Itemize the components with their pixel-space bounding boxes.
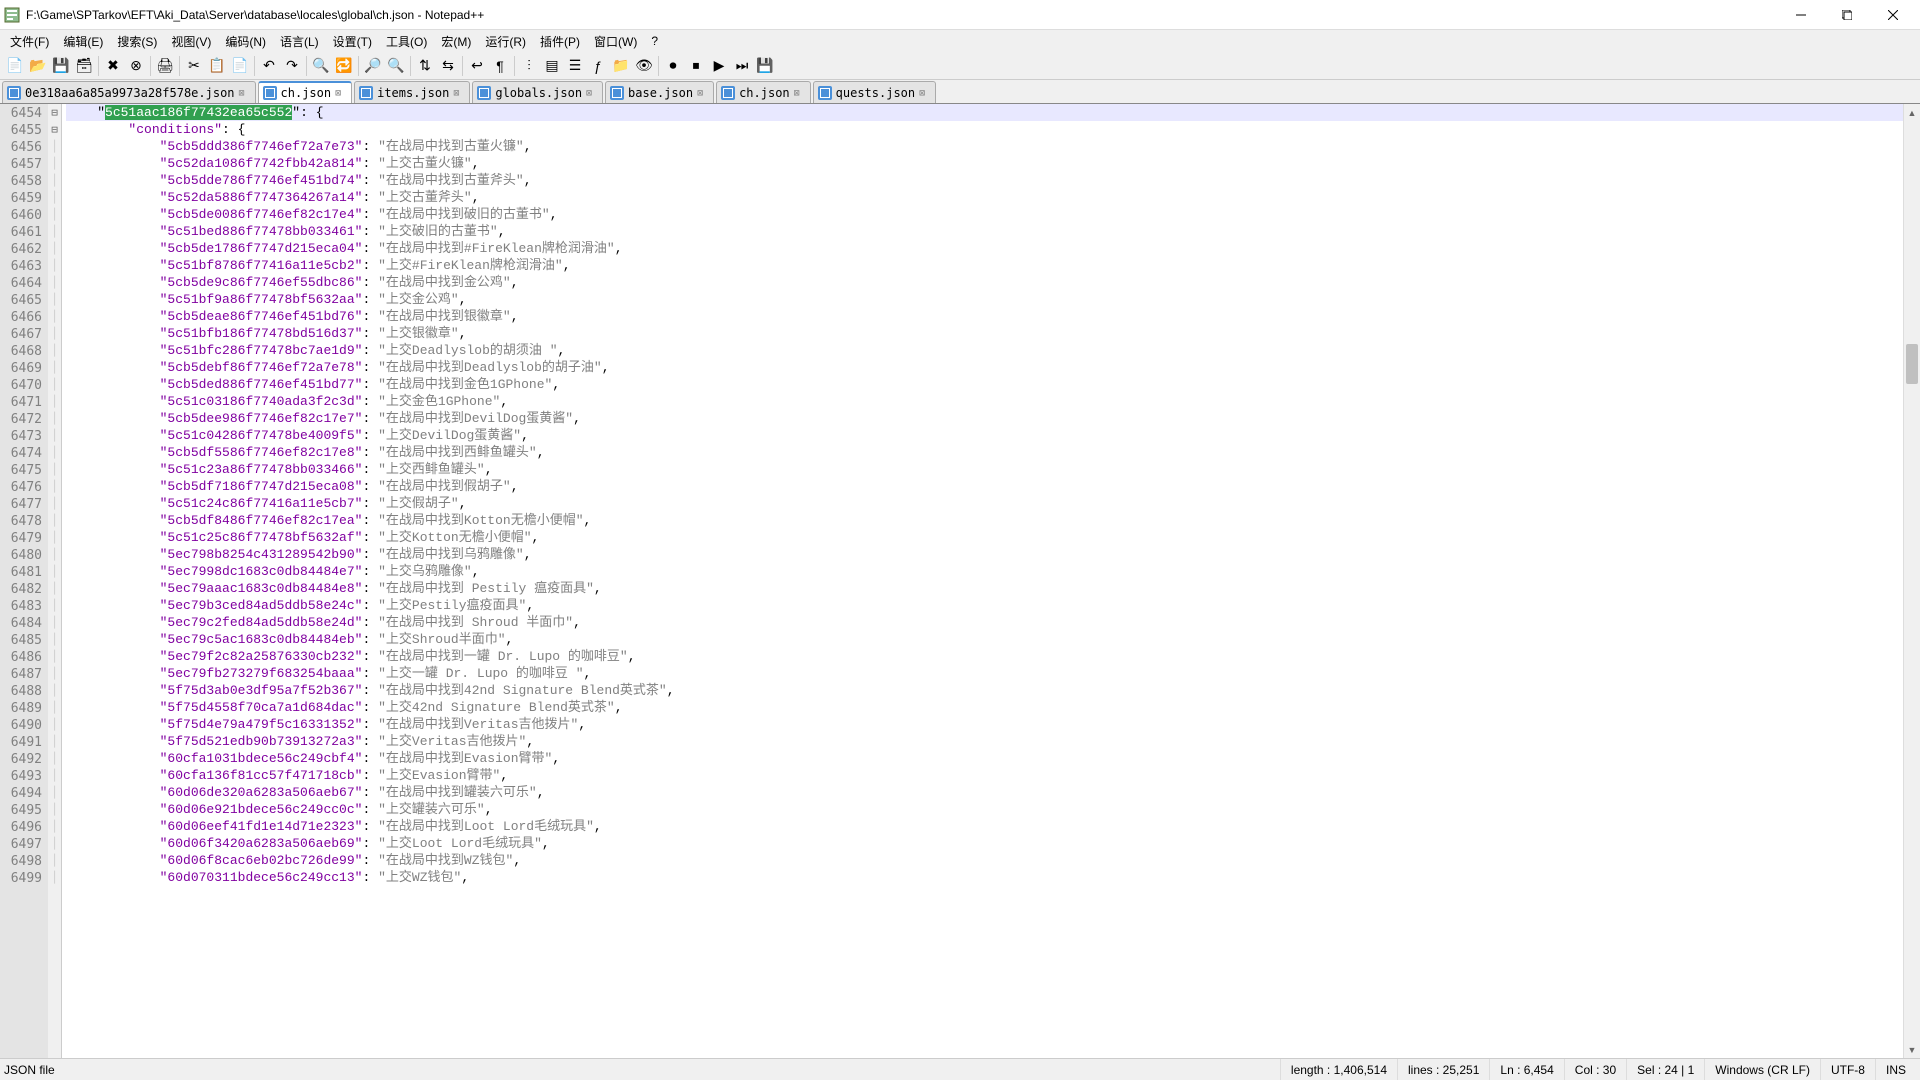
status-col: Col : 30 bbox=[1564, 1059, 1626, 1080]
menu-plugins[interactable]: 插件(P) bbox=[534, 31, 586, 52]
menu-encoding[interactable]: 编码(N) bbox=[219, 31, 272, 52]
show-all-chars-icon[interactable]: ¶ bbox=[489, 55, 511, 77]
stop-macro-icon[interactable]: ⏹ bbox=[685, 55, 707, 77]
sync-h-icon[interactable]: ⇆ bbox=[437, 55, 459, 77]
status-length: length : 1,406,514 bbox=[1280, 1059, 1397, 1080]
menu-run[interactable]: 运行(R) bbox=[479, 31, 532, 52]
file-tab[interactable]: ch.json ⊠ bbox=[716, 81, 811, 103]
tab-label: globals.json bbox=[495, 86, 582, 100]
new-file-icon[interactable]: 📄 bbox=[4, 55, 26, 77]
paste-icon[interactable]: 📄 bbox=[229, 55, 251, 77]
function-list-icon[interactable]: ƒ bbox=[587, 55, 609, 77]
scrollbar-thumb[interactable] bbox=[1906, 344, 1918, 384]
status-lines: lines : 25,251 bbox=[1397, 1059, 1489, 1080]
tab-label: 0e318aa6a85a9973a28f578e.json bbox=[25, 86, 235, 100]
close-file-icon[interactable]: ✖ bbox=[102, 55, 124, 77]
editor-area[interactable]: 6454645564566457645864596460646164626463… bbox=[0, 104, 1920, 1058]
status-bar: JSON file length : 1,406,514 lines : 25,… bbox=[0, 1058, 1920, 1080]
title-bar: F:\Game\SPTarkov\EFT\Aki_Data\Server\dat… bbox=[0, 0, 1920, 30]
menu-window[interactable]: 窗口(W) bbox=[588, 31, 643, 52]
menu-bar: 文件(F) 编辑(E) 搜索(S) 视图(V) 编码(N) 语言(L) 设置(T… bbox=[0, 30, 1920, 52]
tab-close-icon[interactable]: ⊠ bbox=[239, 88, 249, 98]
toolbar: 📄 📂 💾 🗃 ✖ ⊗ 🖨 ✂ 📋 📄 ↶ ↷ 🔍 🔁 🔎 🔍 ⇅ ⇆ ↩ ¶ … bbox=[0, 52, 1920, 80]
file-icon bbox=[477, 86, 491, 100]
code-editor[interactable]: "5c51aac186f77432ea65c552": { "condition… bbox=[62, 104, 1920, 1058]
doc-list-icon[interactable]: ☰ bbox=[564, 55, 586, 77]
close-all-icon[interactable]: ⊗ bbox=[125, 55, 147, 77]
vertical-scrollbar[interactable]: ▲ ▼ bbox=[1903, 104, 1920, 1058]
fold-gutter[interactable] bbox=[48, 104, 62, 1058]
menu-language[interactable]: 语言(L) bbox=[274, 31, 325, 52]
status-ln: Ln : 6,454 bbox=[1489, 1059, 1563, 1080]
status-sel: Sel : 24 | 1 bbox=[1626, 1059, 1704, 1080]
wordwrap-icon[interactable]: ↩ bbox=[466, 55, 488, 77]
tab-close-icon[interactable]: ⊠ bbox=[919, 88, 929, 98]
open-file-icon[interactable]: 📂 bbox=[27, 55, 49, 77]
folder-workspace-icon[interactable]: 📁 bbox=[610, 55, 632, 77]
sync-v-icon[interactable]: ⇅ bbox=[414, 55, 436, 77]
file-tab[interactable]: items.json ⊠ bbox=[354, 81, 470, 103]
menu-file[interactable]: 文件(F) bbox=[4, 31, 55, 52]
file-tab[interactable]: 0e318aa6a85a9973a28f578e.json ⊠ bbox=[2, 81, 256, 103]
menu-settings[interactable]: 设置(T) bbox=[327, 31, 378, 52]
monitor-icon[interactable]: 👁 bbox=[633, 55, 655, 77]
file-tab[interactable]: quests.json ⊠ bbox=[813, 81, 936, 103]
indent-guide-icon[interactable]: ⫶ bbox=[518, 55, 540, 77]
play-macro-icon[interactable]: ▶ bbox=[708, 55, 730, 77]
menu-tools[interactable]: 工具(O) bbox=[380, 31, 433, 52]
save-all-icon[interactable]: 🗃 bbox=[73, 55, 95, 77]
zoom-out-icon[interactable]: 🔍 bbox=[385, 55, 407, 77]
tab-label: ch.json bbox=[739, 86, 790, 100]
file-icon bbox=[721, 86, 735, 100]
tab-close-icon[interactable]: ⊠ bbox=[794, 88, 804, 98]
play-multi-icon[interactable]: ⏭ bbox=[731, 55, 753, 77]
file-icon bbox=[359, 86, 373, 100]
file-tab[interactable]: base.json ⊠ bbox=[605, 81, 714, 103]
status-encoding: UTF-8 bbox=[1820, 1059, 1875, 1080]
window-title: F:\Game\SPTarkov\EFT\Aki_Data\Server\dat… bbox=[26, 8, 1778, 22]
undo-icon[interactable]: ↶ bbox=[258, 55, 280, 77]
menu-search[interactable]: 搜索(S) bbox=[111, 31, 163, 52]
menu-edit[interactable]: 编辑(E) bbox=[57, 31, 109, 52]
status-filetype: JSON file bbox=[4, 1063, 55, 1077]
tab-close-icon[interactable]: ⊠ bbox=[453, 88, 463, 98]
status-eol: Windows (CR LF) bbox=[1704, 1059, 1820, 1080]
line-number-gutter: 6454645564566457645864596460646164626463… bbox=[0, 104, 48, 1058]
save-icon[interactable]: 💾 bbox=[50, 55, 72, 77]
copy-icon[interactable]: 📋 bbox=[206, 55, 228, 77]
print-icon[interactable]: 🖨 bbox=[154, 55, 176, 77]
scroll-up-arrow-icon[interactable]: ▲ bbox=[1904, 104, 1920, 121]
app-icon bbox=[4, 7, 20, 23]
replace-icon[interactable]: 🔁 bbox=[333, 55, 355, 77]
minimize-button[interactable] bbox=[1778, 0, 1824, 30]
tab-close-icon[interactable]: ⊠ bbox=[697, 88, 707, 98]
menu-macro[interactable]: 宏(M) bbox=[435, 31, 477, 52]
tab-label: quests.json bbox=[836, 86, 915, 100]
maximize-button[interactable] bbox=[1824, 0, 1870, 30]
tab-label: ch.json bbox=[281, 86, 332, 100]
record-macro-icon[interactable]: ⏺ bbox=[662, 55, 684, 77]
menu-view[interactable]: 视图(V) bbox=[165, 31, 217, 52]
close-button[interactable] bbox=[1870, 0, 1916, 30]
tab-label: base.json bbox=[628, 86, 693, 100]
file-icon bbox=[818, 86, 832, 100]
find-icon[interactable]: 🔍 bbox=[310, 55, 332, 77]
menu-help[interactable]: ? bbox=[645, 32, 664, 50]
tab-close-icon[interactable]: ⊠ bbox=[586, 88, 596, 98]
doc-map-icon[interactable]: ▤ bbox=[541, 55, 563, 77]
save-macro-icon[interactable]: 💾 bbox=[754, 55, 776, 77]
file-tab[interactable]: ch.json⊠ bbox=[258, 81, 353, 103]
file-icon bbox=[263, 86, 277, 100]
status-ovr: INS bbox=[1875, 1059, 1916, 1080]
file-icon bbox=[610, 86, 624, 100]
tab-label: items.json bbox=[377, 86, 449, 100]
zoom-in-icon[interactable]: 🔎 bbox=[362, 55, 384, 77]
file-tab[interactable]: globals.json ⊠ bbox=[472, 81, 603, 103]
cut-icon[interactable]: ✂ bbox=[183, 55, 205, 77]
file-icon bbox=[7, 86, 21, 100]
scroll-down-arrow-icon[interactable]: ▼ bbox=[1904, 1041, 1920, 1058]
tab-close-icon[interactable]: ⊠ bbox=[335, 88, 345, 98]
redo-icon[interactable]: ↷ bbox=[281, 55, 303, 77]
tab-bar: 0e318aa6a85a9973a28f578e.json⊠ch.json⊠it… bbox=[0, 80, 1920, 104]
